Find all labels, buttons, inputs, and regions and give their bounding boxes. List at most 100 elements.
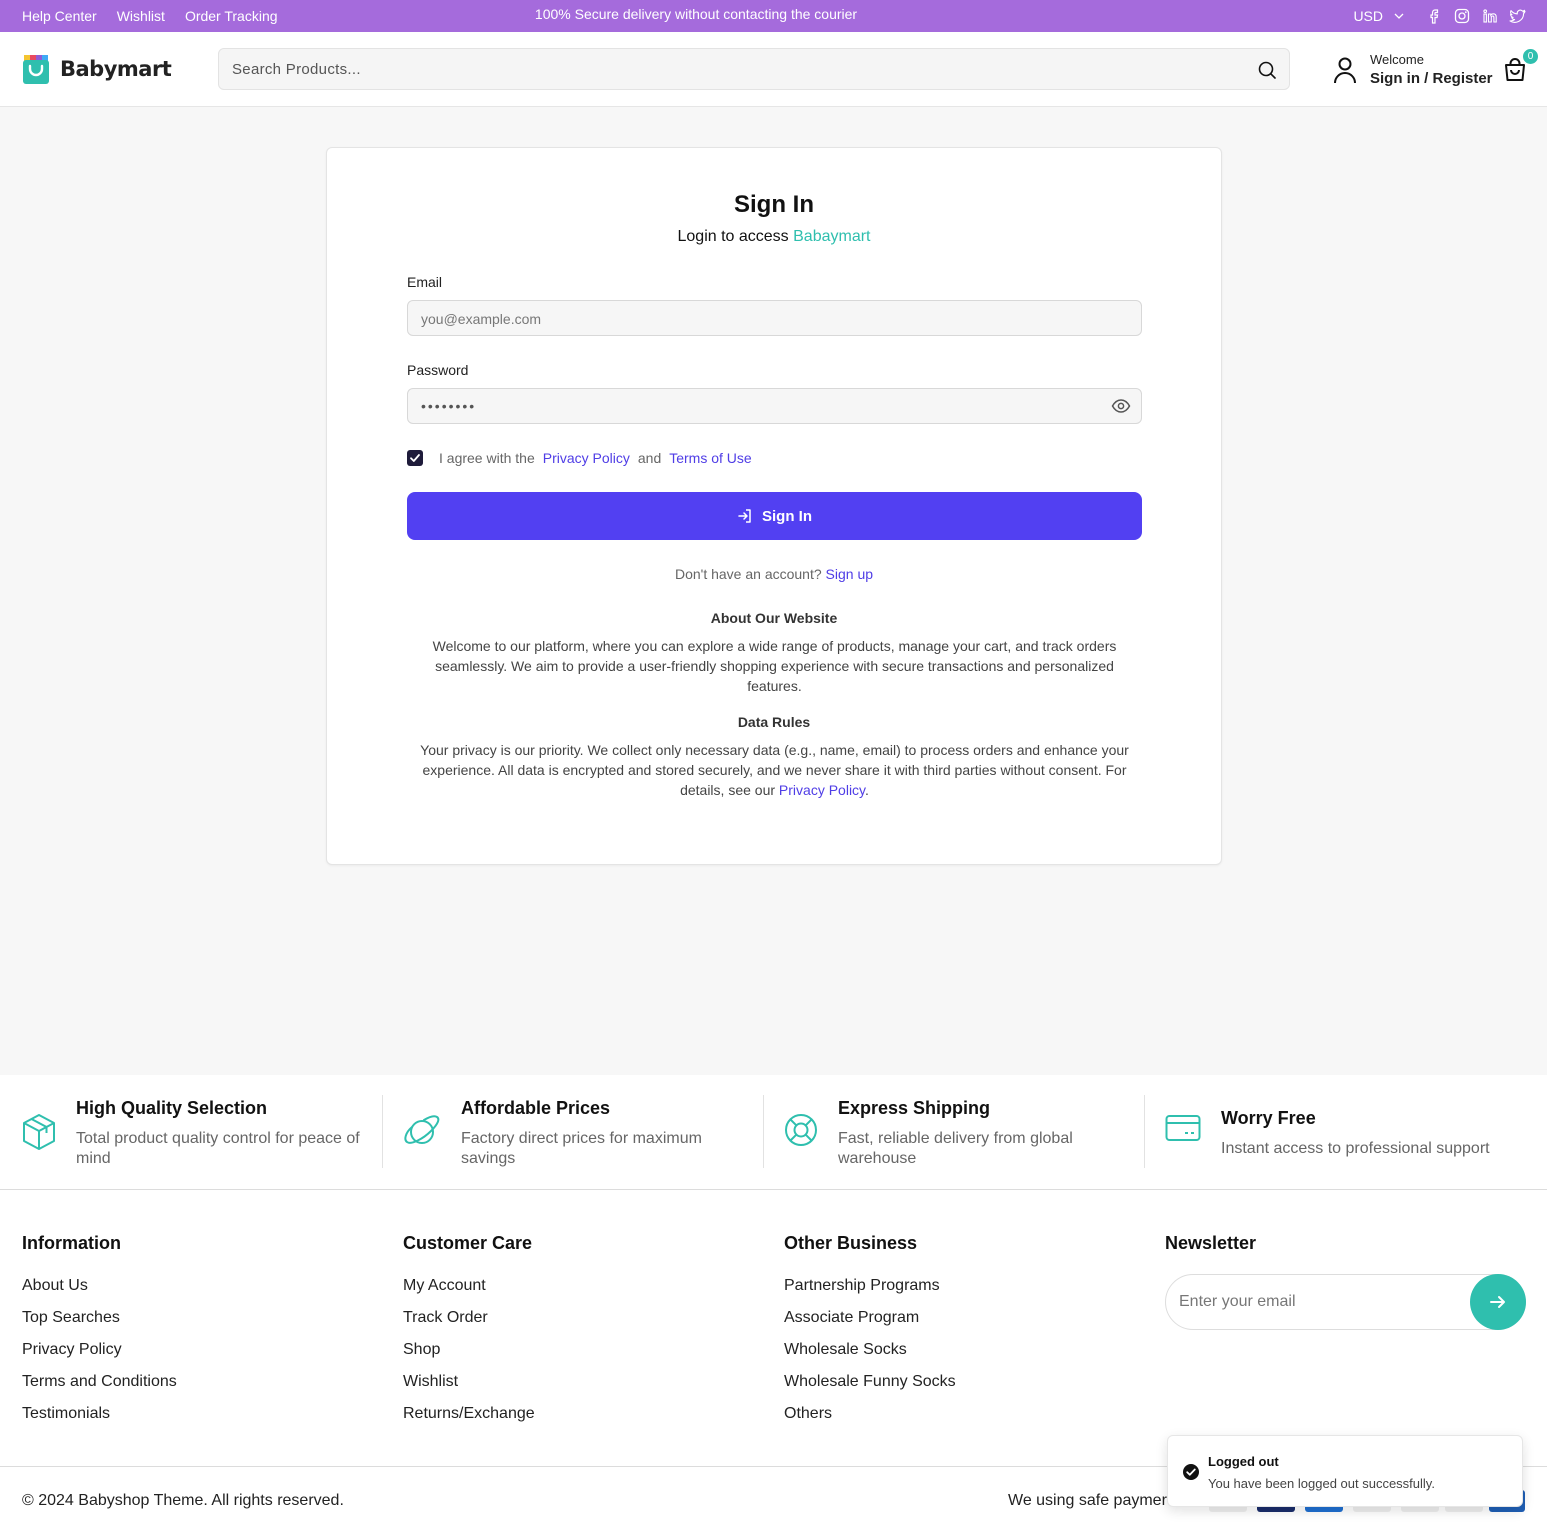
search-input[interactable]: Search Products... <box>232 61 361 78</box>
footer-link[interactable]: My Account <box>403 1276 535 1308</box>
feature-divider <box>382 1095 383 1168</box>
feature-worry-free-title: Worry Free <box>1221 1108 1316 1128</box>
user-icon <box>1334 57 1356 83</box>
eye-icon[interactable] <box>1111 398 1131 414</box>
feature-quality-title: High Quality Selection <box>76 1098 268 1118</box>
footer-link[interactable]: Returns/Exchange <box>403 1404 535 1436</box>
sign-in-subtitle: Login to access Babaymart <box>327 228 1221 246</box>
agree-checkbox[interactable] <box>407 450 423 466</box>
data-rules-title: Data Rules <box>737 714 811 730</box>
feature-prices-desc: Factory direct prices for maximum saving… <box>461 1130 702 1167</box>
logout-toast: Logged out You have been logged out succ… <box>1167 1435 1523 1507</box>
newsletter-submit-button[interactable] <box>1470 1274 1526 1330</box>
subtitle-brand: Babaymart <box>793 228 871 245</box>
features-strip: High Quality Selection Total product qua… <box>0 1075 1547 1190</box>
footer-link[interactable]: Others <box>784 1404 956 1436</box>
sign-in-button[interactable]: Sign In <box>407 492 1142 540</box>
footer-link[interactable]: Associate Program <box>784 1308 956 1340</box>
sign-in-register-link[interactable]: Sign in / Register <box>1370 70 1493 87</box>
feature-prices-title: Affordable Prices <box>461 1098 611 1118</box>
footer-column-other-business: Other Business Partnership Programs Asso… <box>784 1233 956 1436</box>
feature-quality-desc: Total product quality control for peace … <box>76 1130 360 1167</box>
cart-count-badge: 0 <box>1523 49 1538 64</box>
footer-link[interactable]: Wholesale Socks <box>784 1340 956 1372</box>
feature-divider <box>1144 1095 1145 1168</box>
main-header: Babymart Search Products... Welcome Sign… <box>0 32 1547 107</box>
email-label: Email <box>407 274 443 290</box>
no-account-row: Don't have an account? Sign up <box>327 566 1221 582</box>
about-title: About Our Website <box>710 610 838 626</box>
footer-link[interactable]: Wholesale Funny Socks <box>784 1372 956 1404</box>
sign-in-button-label: Sign In <box>762 507 812 525</box>
footer-link[interactable]: Shop <box>403 1340 535 1372</box>
subtitle-text: Login to access <box>677 228 794 245</box>
announcement: 100% Secure delivery without contacting … <box>534 6 858 22</box>
footer-link[interactable]: Terms and Conditions <box>22 1372 177 1404</box>
toast-message: You have been logged out successfully. <box>1208 1476 1435 1491</box>
terms-of-use-link[interactable]: Terms of Use <box>669 450 751 466</box>
copyright-text: © 2024 Babyshop Theme. All rights reserv… <box>22 1492 344 1509</box>
feature-quality: High Quality Selection Total product qua… <box>22 1095 382 1168</box>
feature-worry-free-desc: Instant access to professional support <box>1221 1140 1490 1157</box>
planet-icon <box>404 1115 440 1144</box>
newsletter-email-input[interactable]: Enter your email <box>1165 1274 1526 1330</box>
checkmark-icon <box>410 454 420 462</box>
box-icon <box>23 1114 55 1150</box>
currency-selector[interactable]: USD <box>1353 8 1409 24</box>
logo-text: Babymart <box>60 57 172 81</box>
sign-in-card: Sign In Login to access Babaymart Email … <box>326 147 1222 865</box>
about-body: Welcome to our platform, where you can e… <box>432 638 1117 694</box>
cart-button[interactable]: 0 <box>1502 49 1538 83</box>
feature-shipping: Express Shipping Fast, reliable delivery… <box>784 1095 1144 1168</box>
footer-link[interactable]: About Us <box>22 1276 177 1308</box>
search-icon[interactable] <box>1257 60 1277 80</box>
password-label: Password <box>407 362 469 378</box>
sign-in-title: Sign In <box>734 191 814 218</box>
feature-worry-free: Worry Free Instant access to professiona… <box>1165 1095 1525 1168</box>
footer-link[interactable]: Testimonials <box>22 1404 177 1436</box>
login-icon <box>738 509 751 523</box>
facebook-icon[interactable] <box>1425 7 1443 25</box>
lifebuoy-icon <box>785 1114 817 1146</box>
logo[interactable]: Babymart <box>22 53 172 85</box>
and-text: and <box>637 450 662 466</box>
footer-column-title: Information <box>22 1233 121 1253</box>
footer-link[interactable]: Top Searches <box>22 1308 177 1340</box>
data-rules-privacy-link[interactable]: Privacy Policy <box>779 782 865 798</box>
footer-column-title: Customer Care <box>403 1233 533 1253</box>
footer-link[interactable]: Wishlist <box>403 1372 535 1404</box>
feature-divider <box>763 1095 764 1168</box>
twitter-icon[interactable] <box>1509 7 1527 25</box>
footer-link[interactable]: Partnership Programs <box>784 1276 956 1308</box>
top-bar: Help Center Wishlist Order Tracking 100%… <box>0 0 1547 32</box>
data-rules-end: . <box>865 782 869 798</box>
sign-up-link[interactable]: Sign up <box>826 566 873 582</box>
newsletter-title: Newsletter <box>1165 1233 1257 1253</box>
account-welcome: Welcome <box>1370 52 1424 67</box>
feature-shipping-desc: Fast, reliable delivery from global ware… <box>838 1130 1073 1167</box>
linkedin-icon[interactable] <box>1481 7 1499 25</box>
footer-column-title: Other Business <box>784 1233 918 1253</box>
footer-column-information: Information About Us Top Searches Privac… <box>22 1233 177 1436</box>
password-value: •••••••• <box>421 398 477 414</box>
agree-row: I agree with the Privacy Policy and Term… <box>407 450 760 466</box>
footer-link[interactable]: Privacy Policy <box>22 1340 177 1372</box>
footer-link[interactable]: Track Order <box>403 1308 535 1340</box>
agree-text: I agree with the <box>439 450 535 466</box>
privacy-policy-link[interactable]: Privacy Policy <box>543 450 630 466</box>
currency-label: USD <box>1353 8 1383 24</box>
account-link[interactable]: Welcome Sign in / Register <box>1332 52 1493 87</box>
check-circle-icon <box>1183 1464 1199 1480</box>
search-bar[interactable]: Search Products... <box>218 48 1290 90</box>
data-rules-text: Your privacy is our priority. We collect… <box>420 742 1129 798</box>
password-field[interactable]: •••••••• <box>407 388 1142 424</box>
data-rules-body: Your privacy is our priority. We collect… <box>412 740 1137 800</box>
shopping-bag-logo-icon <box>23 55 49 84</box>
email-field[interactable]: you@example.com <box>407 300 1142 336</box>
credit-card-icon <box>1165 1115 1201 1141</box>
footer-column-newsletter: Newsletter <box>1165 1233 1256 1276</box>
instagram-icon[interactable] <box>1453 7 1471 25</box>
email-placeholder: you@example.com <box>421 311 542 327</box>
top-right: USD <box>1353 7 1527 25</box>
account-text: Welcome Sign in / Register <box>1370 52 1493 87</box>
